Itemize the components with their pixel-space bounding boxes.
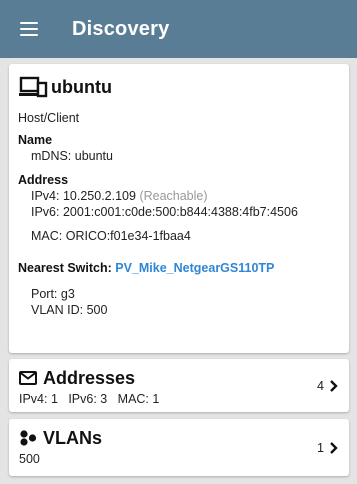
page-title: Discovery xyxy=(72,17,170,40)
device-details-card: ubuntu Host/Client Name mDNS: ubuntu Add… xyxy=(9,64,349,353)
vlan-id: VLAN ID: 500 xyxy=(31,303,108,317)
vlans-count-row: 1 xyxy=(317,441,339,455)
mac-address: MAC: ORICO:f01e34-1fbaa4 xyxy=(31,229,191,243)
menu-button[interactable] xyxy=(0,0,58,58)
addresses-title: Addresses xyxy=(43,367,136,388)
device-name: ubuntu xyxy=(51,76,112,97)
address-section-label: Address xyxy=(18,173,69,187)
addresses-count-row: 4 xyxy=(317,379,339,393)
vlans-card[interactable]: VLANs 500 1 xyxy=(9,419,349,476)
vlans-header: VLANs xyxy=(19,427,339,449)
switch-port: Port: g3 xyxy=(31,287,75,301)
chevron-right-icon xyxy=(330,441,338,454)
vlans-summary: 500 xyxy=(19,452,40,466)
nearest-switch-label: Nearest Switch: xyxy=(18,261,112,275)
ipv4-address-row: IPv4: 10.250.2.109 (Reachable) xyxy=(18,188,340,204)
vlans-count: 1 xyxy=(317,440,324,455)
vlan-cluster-icon xyxy=(20,430,37,446)
app-bar: Discovery xyxy=(0,0,357,58)
computer-device-icon xyxy=(19,76,48,98)
device-header: ubuntu xyxy=(18,74,340,100)
hamburger-menu-icon xyxy=(20,22,38,36)
addresses-card[interactable]: Addresses IPv4: 1 IPv6: 3 MAC: 1 4 xyxy=(9,359,349,412)
ipv6-address: IPv6: 2001:c001:c0de:500:b844:4388:4fb7:… xyxy=(31,205,298,219)
device-type: Host/Client xyxy=(18,111,80,125)
reachability-status: (Reachable) xyxy=(139,189,208,203)
ipv4-address: IPv4: 10.250.2.109 xyxy=(31,189,136,203)
nearest-switch-row: Nearest Switch: PV_Mike_NetgearGS110TP xyxy=(18,260,340,276)
mdns-name: mDNS: ubuntu xyxy=(31,149,113,163)
addresses-count: 4 xyxy=(317,378,324,393)
chevron-right-icon xyxy=(330,379,338,392)
nearest-switch-link[interactable]: PV_Mike_NetgearGS110TP xyxy=(115,261,274,275)
name-section-label: Name xyxy=(18,133,53,147)
addresses-header: Addresses xyxy=(19,367,339,389)
addresses-summary: IPv4: 1 IPv6: 3 MAC: 1 xyxy=(19,392,160,406)
envelope-icon xyxy=(19,371,37,385)
vlans-title: VLANs xyxy=(43,427,103,448)
